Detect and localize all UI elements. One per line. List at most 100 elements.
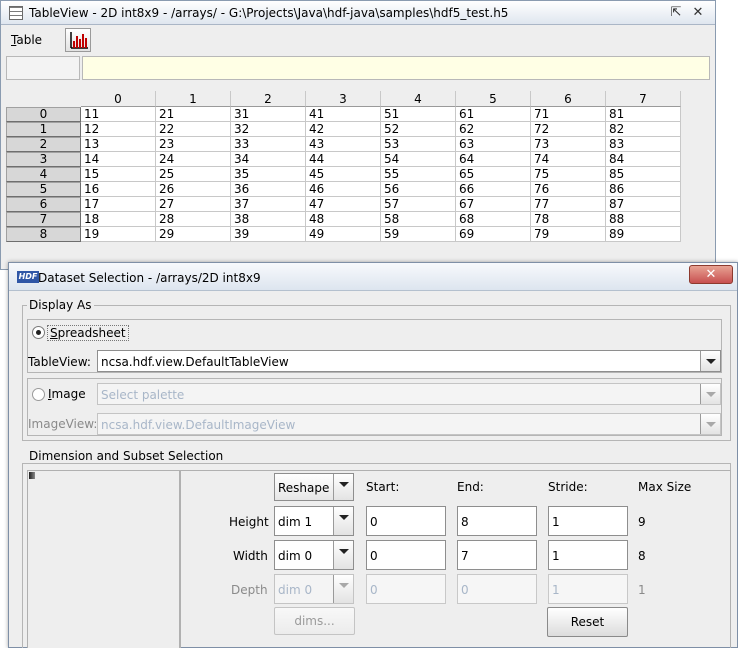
table-cell[interactable]: 75: [531, 167, 606, 182]
table-cell[interactable]: 21: [156, 107, 231, 122]
table-cell[interactable]: 32: [231, 122, 306, 137]
table-cell[interactable]: 26: [156, 182, 231, 197]
table-cell[interactable]: 16: [81, 182, 156, 197]
table-cell[interactable]: 13: [81, 137, 156, 152]
column-header[interactable]: 6: [531, 91, 606, 107]
spreadsheet-radio-label[interactable]: Spreadsheet: [47, 325, 129, 341]
table-cell[interactable]: 85: [606, 167, 681, 182]
row-header[interactable]: 1: [6, 122, 81, 137]
table-cell[interactable]: 83: [606, 137, 681, 152]
table-cell[interactable]: 24: [156, 152, 231, 167]
table-cell[interactable]: 58: [381, 212, 456, 227]
tableview-combo[interactable]: ncsa.hdf.view.DefaultTableView: [97, 350, 721, 372]
table-cell[interactable]: 17: [81, 197, 156, 212]
table-cell[interactable]: 65: [456, 167, 531, 182]
table-cell[interactable]: 14: [81, 152, 156, 167]
table-cell[interactable]: 69: [456, 227, 531, 242]
table-cell[interactable]: 66: [456, 182, 531, 197]
table-cell[interactable]: 81: [606, 107, 681, 122]
image-radio-label[interactable]: Image: [48, 387, 86, 401]
table-cell[interactable]: 72: [531, 122, 606, 137]
row-header[interactable]: 7: [6, 212, 81, 227]
table-cell[interactable]: 27: [156, 197, 231, 212]
height-dim-combo[interactable]: dim 1: [274, 506, 354, 536]
table-cell[interactable]: 39: [231, 227, 306, 242]
table-cell[interactable]: 62: [456, 122, 531, 137]
table-cell[interactable]: 68: [456, 212, 531, 227]
table-cell[interactable]: 82: [606, 122, 681, 137]
row-header[interactable]: 4: [6, 167, 81, 182]
table-cell[interactable]: 11: [81, 107, 156, 122]
table-cell[interactable]: 77: [531, 197, 606, 212]
close-icon[interactable]: ✕: [691, 6, 705, 20]
table-cell[interactable]: 34: [231, 152, 306, 167]
table-cell[interactable]: 28: [156, 212, 231, 227]
column-header[interactable]: 7: [606, 91, 681, 107]
table-cell[interactable]: 87: [606, 197, 681, 212]
chevron-down-icon[interactable]: [333, 507, 353, 535]
row-header[interactable]: 6: [6, 197, 81, 212]
table-cell[interactable]: 35: [231, 167, 306, 182]
table-cell[interactable]: 86: [606, 182, 681, 197]
chevron-down-icon[interactable]: [333, 474, 353, 500]
image-radio[interactable]: [32, 388, 45, 401]
table-cell[interactable]: 54: [381, 152, 456, 167]
reshape-combo[interactable]: Reshape: [274, 473, 354, 501]
reset-button[interactable]: Reset: [547, 607, 628, 637]
table-cell[interactable]: 74: [531, 152, 606, 167]
table-cell[interactable]: 25: [156, 167, 231, 182]
table-cell[interactable]: 88: [606, 212, 681, 227]
column-header[interactable]: 2: [231, 91, 306, 107]
table-cell[interactable]: 61: [456, 107, 531, 122]
table-cell[interactable]: 44: [306, 152, 381, 167]
column-header[interactable]: 4: [381, 91, 456, 107]
menu-table[interactable]: Table: [11, 33, 42, 47]
width-dim-combo[interactable]: dim 0: [274, 540, 354, 570]
table-cell[interactable]: 71: [531, 107, 606, 122]
dialog-close-button[interactable]: ✕: [689, 265, 733, 284]
table-cell[interactable]: 52: [381, 122, 456, 137]
table-cell[interactable]: 48: [306, 212, 381, 227]
column-header[interactable]: 1: [156, 91, 231, 107]
maximize-icon[interactable]: ⇱: [669, 6, 683, 20]
row-header[interactable]: 3: [6, 152, 81, 167]
table-cell[interactable]: 56: [381, 182, 456, 197]
table-cell[interactable]: 37: [231, 197, 306, 212]
width-start-input[interactable]: 0: [366, 540, 446, 570]
table-cell[interactable]: 49: [306, 227, 381, 242]
table-cell[interactable]: 79: [531, 227, 606, 242]
table-cell[interactable]: 12: [81, 122, 156, 137]
table-cell[interactable]: 46: [306, 182, 381, 197]
table-cell[interactable]: 36: [231, 182, 306, 197]
show-chart-button[interactable]: [65, 28, 91, 52]
table-cell[interactable]: 67: [456, 197, 531, 212]
table-cell[interactable]: 51: [381, 107, 456, 122]
table-cell[interactable]: 31: [231, 107, 306, 122]
table-cell[interactable]: 42: [306, 122, 381, 137]
table-cell[interactable]: 73: [531, 137, 606, 152]
column-header[interactable]: 0: [81, 91, 156, 107]
height-start-input[interactable]: 0: [366, 506, 446, 536]
width-end-input[interactable]: 7: [457, 540, 537, 570]
table-cell[interactable]: 47: [306, 197, 381, 212]
row-header[interactable]: 0: [6, 107, 81, 122]
dataset-preview[interactable]: [27, 470, 180, 648]
column-header[interactable]: 3: [306, 91, 381, 107]
spreadsheet-radio[interactable]: [32, 326, 45, 339]
height-end-input[interactable]: 8: [457, 506, 537, 536]
table-cell[interactable]: 84: [606, 152, 681, 167]
table-cell[interactable]: 76: [531, 182, 606, 197]
table-cell[interactable]: 43: [306, 137, 381, 152]
table-cell[interactable]: 22: [156, 122, 231, 137]
cell-value-field[interactable]: [82, 56, 710, 80]
table-cell[interactable]: 45: [306, 167, 381, 182]
table-cell[interactable]: 78: [531, 212, 606, 227]
row-header[interactable]: 2: [6, 137, 81, 152]
table-cell[interactable]: 38: [231, 212, 306, 227]
table-cell[interactable]: 63: [456, 137, 531, 152]
table-cell[interactable]: 41: [306, 107, 381, 122]
chevron-down-icon[interactable]: [333, 541, 353, 569]
table-cell[interactable]: 15: [81, 167, 156, 182]
table-cell[interactable]: 64: [456, 152, 531, 167]
height-stride-input[interactable]: 1: [548, 506, 628, 536]
